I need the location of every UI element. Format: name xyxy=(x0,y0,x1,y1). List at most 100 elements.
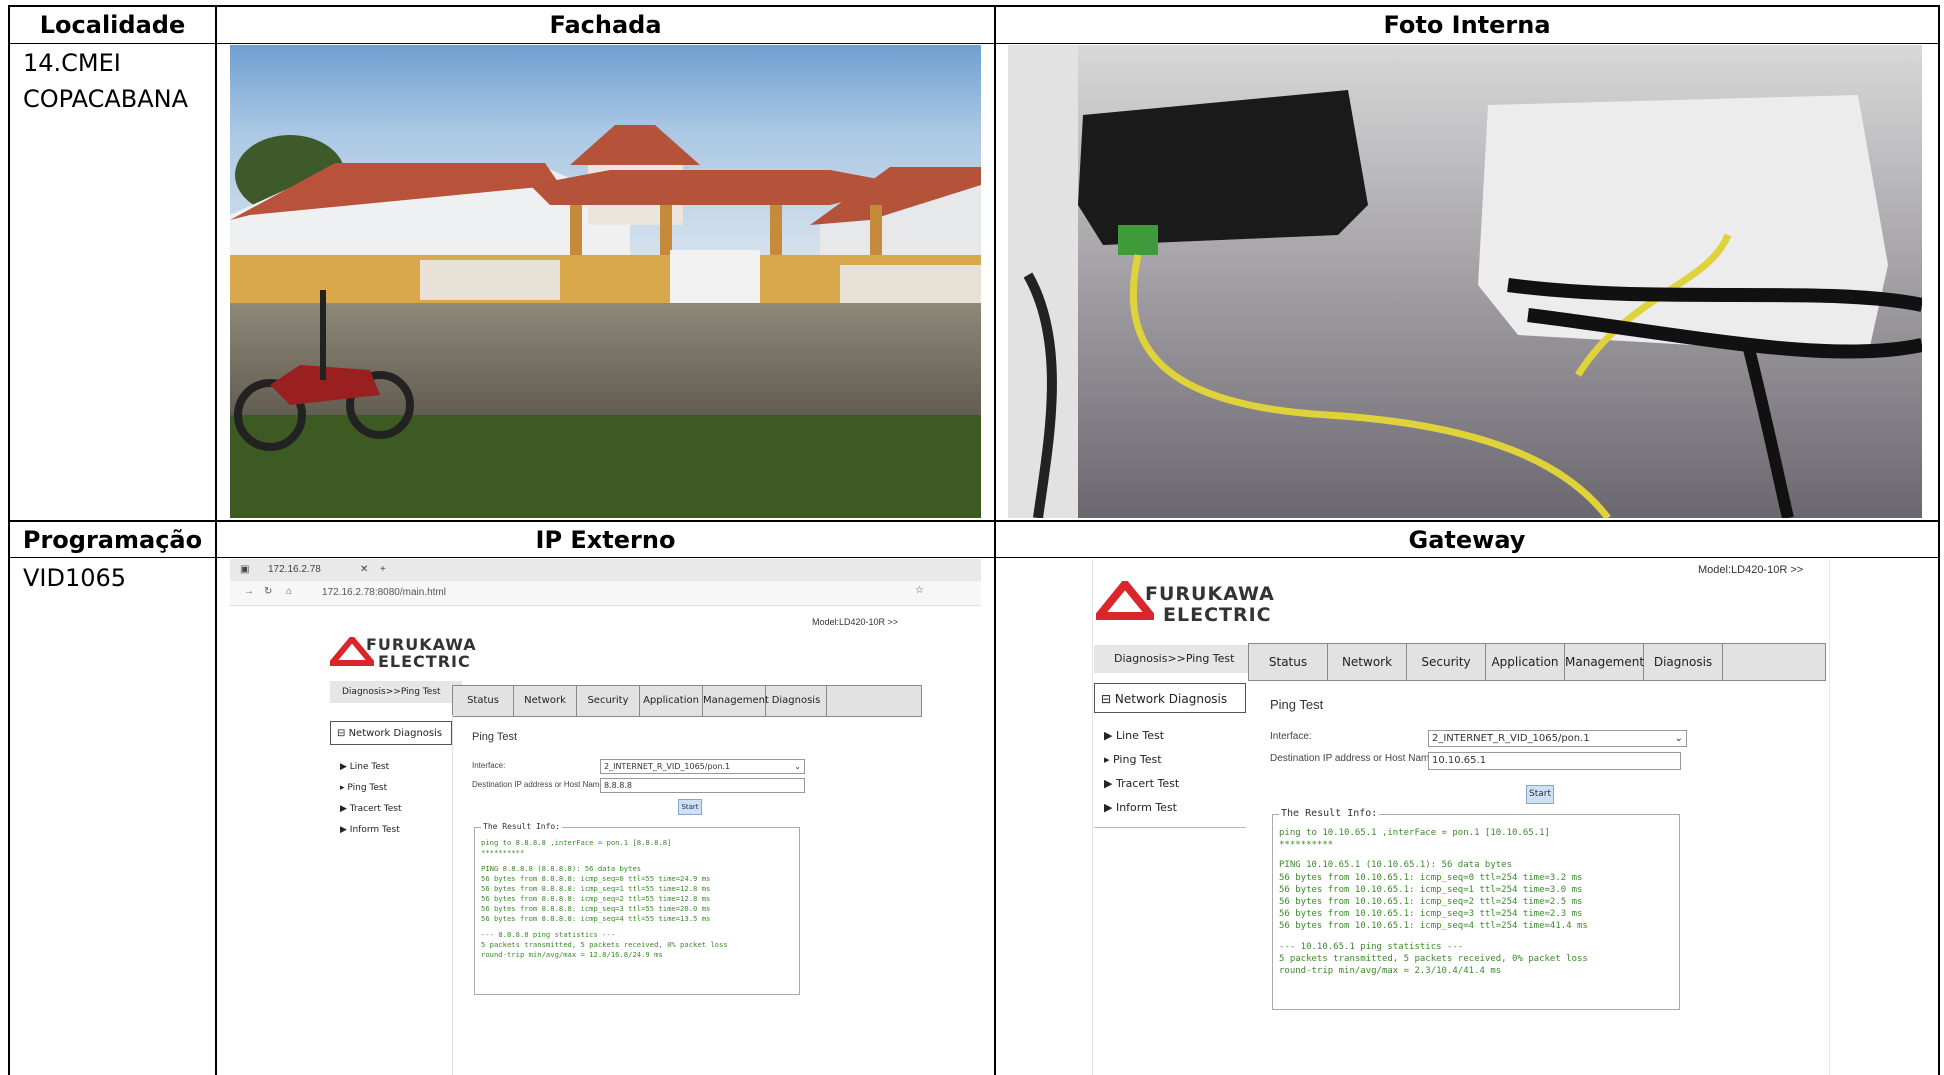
logo-text: FURUKAWA ELECTRIC xyxy=(1145,584,1275,626)
header-programacao: Programação xyxy=(22,526,203,554)
page-title: Ping Test xyxy=(472,731,518,743)
chevron-down-icon: ⌄ xyxy=(794,762,801,771)
interface-label: Interface: xyxy=(1270,731,1312,742)
result-line: 56 bytes from 10.10.65.1: icmp_seq=3 ttl… xyxy=(1279,909,1583,920)
side-item-tracert-test[interactable]: ▶ Tracert Test xyxy=(1104,772,1179,796)
chevron-down-icon: ⌄ xyxy=(1674,733,1683,744)
result-line: PING 10.10.65.1 (10.10.65.1): 56 data by… xyxy=(1279,860,1512,871)
tab-icon: ▣ xyxy=(240,564,250,575)
side-header[interactable]: ⊟ Network Diagnosis xyxy=(330,721,452,745)
result-line: 56 bytes from 8.8.8.8: icmp_seq=0 ttl=55… xyxy=(481,874,711,883)
side-item-label: Inform Test xyxy=(349,825,400,835)
border-row2 xyxy=(8,520,1940,522)
main-menu: Status Network Security Application Mana… xyxy=(1248,643,1826,681)
menu-network[interactable]: Network xyxy=(1328,644,1407,680)
result-line: --- 8.8.8.8 ping statistics --- xyxy=(481,930,616,939)
ip-externo-screenshot: ▣ 172.16.2.78 ✕ + → ↻ ⌂ 172.16.2.78:8080… xyxy=(230,559,981,1075)
dest-label: Destination IP address or Host Name: xyxy=(1270,753,1438,764)
model-label[interactable]: Model:LD420-10R >> xyxy=(812,617,898,627)
logo-line1: FURUKAWA xyxy=(1145,583,1275,605)
border-right xyxy=(1938,5,1940,1075)
side-item-label: Ping Test xyxy=(1113,753,1162,766)
interface-select[interactable]: 2_INTERNET_R_VID_1065/pon.1 ⌄ xyxy=(600,759,805,774)
result-gap xyxy=(1279,851,1679,859)
interface-value: 2_INTERNET_R_VID_1065/pon.1 xyxy=(1432,733,1590,744)
breadcrumb: Diagnosis>>Ping Test xyxy=(330,681,462,703)
result-box: The Result Info: ping to 10.10.65.1 ,int… xyxy=(1272,808,1680,1010)
facade-photo xyxy=(230,45,981,518)
new-tab-icon[interactable]: + xyxy=(380,559,386,581)
result-line: ping to 8.8.8.8 ,interFace = pon.1 [8.8.… xyxy=(481,838,672,847)
side-header[interactable]: ⊟ Network Diagnosis xyxy=(1094,683,1246,713)
side-item-label: Tracert Test xyxy=(1115,777,1180,790)
programacao-value: VID1065 xyxy=(23,564,127,592)
menu-application[interactable]: Application xyxy=(640,686,703,716)
header-ip-externo: IP Externo xyxy=(535,526,676,554)
menu-security[interactable]: Security xyxy=(577,686,640,716)
side-nav: ▶ Line Test ▸ Ping Test ▶ Tracert Test ▶… xyxy=(340,757,402,841)
side-item-line-test[interactable]: ▶ Line Test xyxy=(340,757,402,778)
side-item-label: Ping Test xyxy=(347,783,388,793)
model-label[interactable]: Model:LD420-10R >> xyxy=(1698,564,1803,576)
result-line: 5 packets transmitted, 5 packets receive… xyxy=(1279,953,1588,964)
address-bar: → ↻ ⌂ 172.16.2.78:8080/main.html ☆ xyxy=(230,581,981,606)
result-line: 56 bytes from 10.10.65.1: icmp_seq=4 ttl… xyxy=(1279,921,1588,932)
header-foto-interna: Foto Interna xyxy=(1383,11,1551,39)
logo-text: FURUKAWA ELECTRIC xyxy=(366,636,477,670)
border-row1 xyxy=(8,43,1940,44)
logo-line2: ELECTRIC xyxy=(378,652,471,671)
back-icon[interactable]: → xyxy=(244,586,254,597)
menu-application[interactable]: Application xyxy=(1486,644,1565,680)
result-line: 56 bytes from 10.10.65.1: icmp_seq=1 ttl… xyxy=(1279,884,1583,895)
side-item-ping-test[interactable]: ▸ Ping Test xyxy=(1104,748,1179,772)
side-item-tracert-test[interactable]: ▶ Tracert Test xyxy=(340,799,402,820)
result-line: --- 10.10.65.1 ping statistics --- xyxy=(1279,941,1464,952)
dest-label: Destination IP address or Host Name: xyxy=(472,780,607,789)
dest-input[interactable]: 8.8.8.8 xyxy=(600,778,805,793)
facade-photo-image xyxy=(230,45,981,518)
result-line: 56 bytes from 8.8.8.8: icmp_seq=1 ttl=55… xyxy=(481,884,711,893)
side-item-ping-test[interactable]: ▸ Ping Test xyxy=(340,778,402,799)
result-line: 56 bytes from 8.8.8.8: icmp_seq=3 ttl=55… xyxy=(481,904,711,913)
result-title: The Result Info: xyxy=(1279,808,1380,821)
side-item-inform-test[interactable]: ▶ Inform Test xyxy=(1104,796,1179,820)
header-localidade: Localidade xyxy=(39,11,186,39)
menu-status[interactable]: Status xyxy=(1249,644,1328,680)
menu-management[interactable]: Management xyxy=(703,686,769,716)
result-line: 56 bytes from 8.8.8.8: icmp_seq=4 ttl=55… xyxy=(481,914,711,923)
interface-select[interactable]: 2_INTERNET_R_VID_1065/pon.1 ⌄ xyxy=(1428,730,1687,747)
result-line: ********** xyxy=(481,848,525,857)
result-line: 56 bytes from 8.8.8.8: icmp_seq=2 ttl=55… xyxy=(481,894,711,903)
url-text[interactable]: 172.16.2.78:8080/main.html xyxy=(322,587,446,598)
start-button[interactable]: Start xyxy=(1526,785,1554,804)
main-menu: Status Network Security Application Mana… xyxy=(452,685,922,717)
star-icon[interactable]: ☆ xyxy=(915,585,924,596)
menu-status[interactable]: Status xyxy=(453,686,514,716)
result-line: round-trip min/avg/max = 2.3/10.4/41.4 m… xyxy=(1279,966,1502,977)
border-row3 xyxy=(8,557,1940,558)
reload-icon[interactable]: ↻ xyxy=(264,586,272,597)
localidade-line2: COPACABANA xyxy=(23,85,189,113)
menu-network[interactable]: Network xyxy=(514,686,577,716)
internal-photo xyxy=(1008,45,1922,518)
menu-management[interactable]: Management xyxy=(1565,644,1644,680)
side-nav: ▶ Line Test ▸ Ping Test ▶ Tracert Test ▶… xyxy=(1104,724,1179,820)
home-icon[interactable]: ⌂ xyxy=(286,586,292,597)
dest-input[interactable]: 10.10.65.1 xyxy=(1428,752,1681,770)
border-top xyxy=(8,5,1940,7)
browser-tab-title[interactable]: 172.16.2.78 xyxy=(268,559,321,581)
menu-security[interactable]: Security xyxy=(1407,644,1486,680)
side-header-label: Network Diagnosis xyxy=(1114,692,1228,706)
menu-diagnosis[interactable]: Diagnosis xyxy=(766,686,827,716)
close-icon[interactable]: ✕ xyxy=(360,559,368,581)
menu-diagnosis[interactable]: Diagnosis xyxy=(1644,644,1723,680)
side-item-line-test[interactable]: ▶ Line Test xyxy=(1104,724,1179,748)
page-title: Ping Test xyxy=(1270,697,1324,712)
side-item-inform-test[interactable]: ▶ Inform Test xyxy=(340,820,402,841)
result-line: 5 packets transmitted, 5 packets receive… xyxy=(481,940,728,949)
side-item-label: Line Test xyxy=(1115,729,1165,742)
side-item-label: Tracert Test xyxy=(349,804,402,814)
start-button[interactable]: Start xyxy=(678,799,702,815)
logo-line2: ELECTRIC xyxy=(1163,604,1272,626)
gateway-screenshot: FURUKAWA ELECTRIC Model:LD420-10R >> Dia… xyxy=(1008,559,1922,1075)
